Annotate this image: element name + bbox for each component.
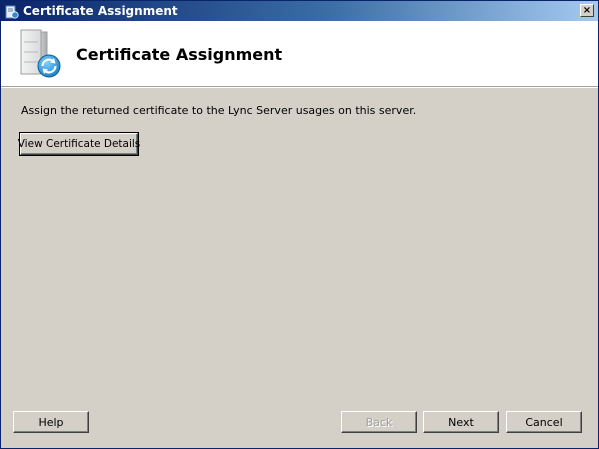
cancel-button[interactable]: Cancel [506, 411, 582, 433]
close-icon: × [582, 4, 592, 16]
next-button[interactable]: Next [423, 411, 499, 433]
window-title: Certificate Assignment [23, 4, 178, 18]
server-sync-icon [19, 28, 63, 80]
back-button[interactable]: Back [341, 411, 417, 433]
view-certificate-details-button[interactable]: View Certificate Details [18, 132, 140, 156]
header-panel: Certificate Assignment [1, 21, 598, 87]
help-button[interactable]: Help [13, 411, 89, 433]
instruction-text: Assign the returned certificate to the L… [21, 104, 417, 117]
title-bar[interactable]: Certificate Assignment × [1, 1, 598, 21]
certificate-server-icon [5, 4, 19, 19]
page-title: Certificate Assignment [76, 45, 283, 64]
close-button[interactable]: × [580, 4, 594, 17]
certificate-assignment-dialog: Certificate Assignment × Certificate Ass… [0, 0, 599, 449]
